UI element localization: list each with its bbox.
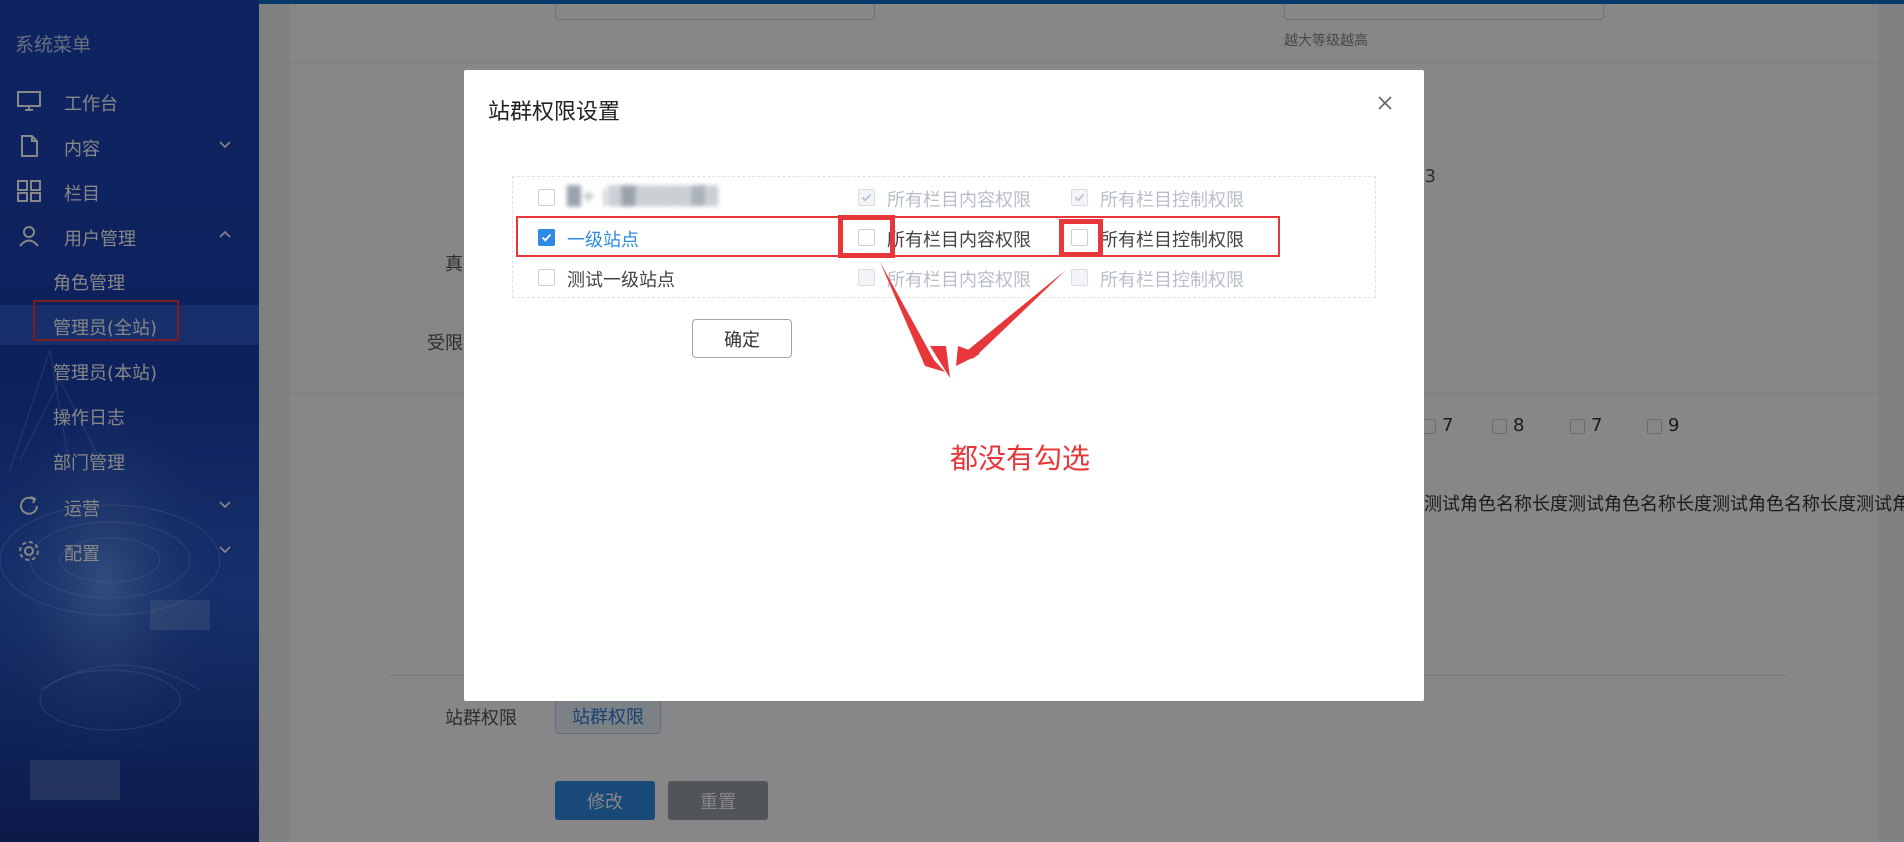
content-permission-label: 所有栏目内容权限 <box>887 190 1031 211</box>
annotation-control-checkbox-highlight <box>1059 219 1103 257</box>
annotation-note: 都没有勾选 <box>950 442 1091 475</box>
control-permission-label: 所有栏目控制权限 <box>1100 270 1244 291</box>
close-icon[interactable] <box>1374 92 1396 114</box>
annotation-content-checkbox-highlight <box>838 215 895 258</box>
site-row: █+ |▒█▒▒▒▒▓▒ 所有栏目内容权限 所有栏目控制权限 <box>513 177 1377 217</box>
confirm-button[interactable]: 确定 <box>692 319 792 358</box>
site-checkbox[interactable] <box>538 269 555 286</box>
annotation-row-highlight <box>516 216 1280 257</box>
site-name: 测试一级站点 <box>567 270 675 291</box>
content-permission-checkbox <box>858 189 875 206</box>
site-row: 测试一级站点 所有栏目内容权限 所有栏目控制权限 <box>513 257 1377 297</box>
site-checkbox[interactable] <box>538 189 555 206</box>
dialog-title: 站群权限设置 <box>488 100 621 125</box>
control-permission-label: 所有栏目控制权限 <box>1100 190 1244 211</box>
check-icon <box>861 193 872 202</box>
check-icon <box>1074 193 1085 202</box>
control-permission-checkbox <box>1071 189 1088 206</box>
site-group-permission-dialog: 站群权限设置 █+ |▒█▒▒▒▒▓▒ 所有栏目内容权限 所有栏目控制权限 一级… <box>464 70 1424 701</box>
site-name: █+ |▒█▒▒▒▒▓▒ <box>567 186 719 207</box>
content-permission-label: 所有栏目内容权限 <box>887 270 1031 291</box>
content-permission-checkbox <box>858 269 875 286</box>
control-permission-checkbox <box>1071 269 1088 286</box>
